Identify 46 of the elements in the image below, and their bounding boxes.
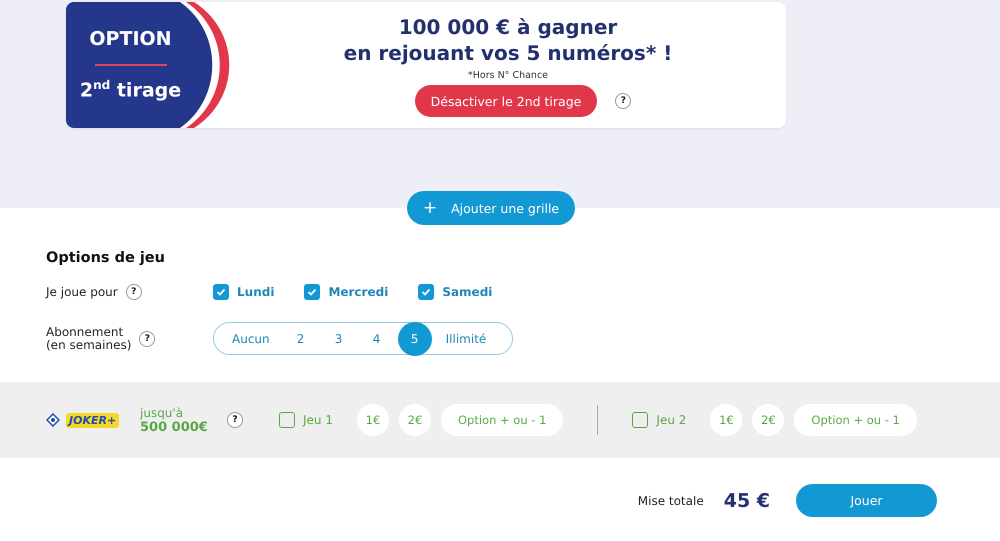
headline: en rejouant vos 5 numéros* ! [344, 40, 672, 66]
day-checkbox[interactable]: Lundi [213, 284, 274, 300]
weeks-option[interactable]: Aucun [222, 322, 280, 356]
game-checkbox[interactable]: Jeu 2 [632, 412, 686, 428]
joker-logo: JOKER+ [66, 412, 120, 428]
stake-button[interactable]: 2€ [752, 404, 784, 436]
prize-amount: 500 000€ [140, 420, 209, 434]
checkbox[interactable] [213, 284, 229, 300]
help-icon[interactable]: ? [615, 93, 632, 109]
checkbox[interactable] [418, 284, 434, 300]
stake-button[interactable]: 1€ [356, 404, 389, 436]
weeks-option[interactable]: 4 [360, 322, 394, 356]
prize-label: jusqu'à [140, 406, 184, 420]
add-grid-button[interactable]: + Ajouter une grille [407, 191, 575, 225]
days-label: Je joue pour [46, 286, 118, 298]
subscription-label: Abonnement (en semaines) [46, 326, 132, 352]
check-icon [307, 287, 318, 297]
option-button[interactable]: Option + ou - 1 [440, 404, 564, 436]
check-icon [421, 287, 432, 297]
checkbox[interactable] [632, 412, 648, 428]
stake-button[interactable]: 1€ [710, 404, 742, 436]
help-icon[interactable]: ? [126, 284, 142, 300]
option-title: OPTION [89, 28, 172, 50]
help-icon[interactable]: ? [227, 412, 243, 428]
day-checkbox[interactable]: Mercredi [304, 284, 388, 300]
section-title: Options de jeu [46, 250, 166, 266]
total-amount: 45 € [724, 490, 770, 512]
checkbox[interactable] [304, 284, 320, 300]
total-label: Mise totale [638, 494, 704, 508]
help-icon[interactable]: ? [139, 330, 156, 346]
headline: 100 000 € à gagner [398, 14, 618, 40]
weeks-option[interactable]: 5 [398, 322, 432, 356]
footnote: *Hors N° Chance [468, 70, 548, 81]
deactivate-button[interactable]: Désactiver le 2nd tirage [414, 85, 598, 117]
weeks-option[interactable]: 3 [322, 322, 356, 356]
day-checkbox[interactable]: Samedi [418, 284, 492, 300]
clover-icon [46, 413, 60, 427]
checkbox[interactable] [279, 412, 295, 428]
check-icon [216, 287, 226, 297]
option-button[interactable]: Option + ou - 1 [794, 404, 917, 436]
option-subtitle: 2$^{nd}$ tirage [80, 78, 182, 102]
game-checkbox[interactable]: Jeu 1 [279, 412, 333, 428]
weeks-option[interactable]: 2 [284, 322, 318, 356]
weeks-option[interactable]: Illimité [436, 322, 496, 356]
stake-button[interactable]: 2€ [398, 404, 431, 436]
play-button[interactable]: Jouer [796, 484, 937, 517]
